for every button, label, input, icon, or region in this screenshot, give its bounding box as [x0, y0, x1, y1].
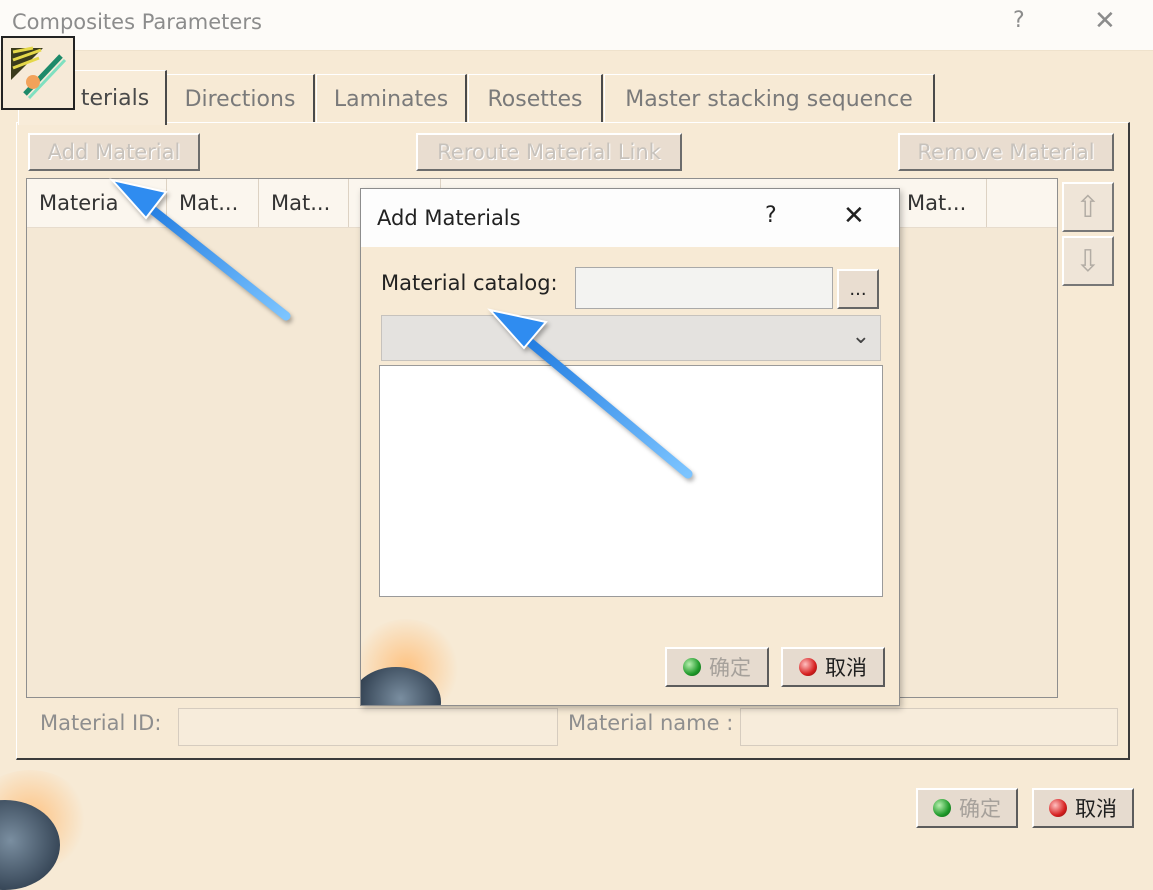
tab-master-stacking-sequence[interactable]: Master stacking sequence	[604, 74, 935, 123]
dialog-cancel-button[interactable]: 取消	[781, 647, 885, 687]
column-header[interactable]: Materia	[27, 179, 167, 227]
arrow-down-icon: ⇩	[1075, 243, 1101, 279]
move-up-button[interactable]: ⇧	[1062, 182, 1114, 232]
composites-app-icon	[1, 36, 75, 110]
chevron-down-icon: ⌄	[851, 324, 870, 349]
column-header[interactable]: Mat...	[167, 179, 259, 227]
tab-rosettes[interactable]: Rosettes	[468, 74, 603, 123]
dialog-close-icon[interactable]: ✕	[843, 201, 865, 231]
tab-label: Rosettes	[487, 86, 583, 112]
browse-catalog-button[interactable]: ...	[837, 269, 879, 309]
tab-directions[interactable]: Directions	[166, 74, 315, 123]
dialog-title: Add Materials	[377, 206, 521, 230]
dialog-help-button[interactable]: ?	[765, 203, 777, 228]
title-bar: Composites Parameters ? ✕	[0, 0, 1153, 51]
red-dot-icon	[1049, 799, 1067, 817]
arrow-up-icon: ⇧	[1075, 189, 1101, 225]
dialog-ok-button[interactable]: 确定	[665, 647, 769, 687]
add-material-button[interactable]: Add Material	[28, 133, 200, 171]
red-dot-icon	[799, 658, 817, 676]
dialog-title-bar: Add Materials ? ✕	[361, 189, 899, 247]
material-id-field[interactable]	[178, 708, 558, 746]
move-down-button[interactable]: ⇩	[1062, 236, 1114, 286]
cancel-label: 取消	[1075, 797, 1117, 821]
material-name-field[interactable]	[740, 708, 1118, 746]
remove-material-button[interactable]: Remove Material	[898, 133, 1114, 171]
green-dot-icon	[933, 799, 951, 817]
cancel-button[interactable]: 取消	[1032, 788, 1134, 828]
add-materials-dialog: Add Materials ? ✕ Material catalog: ... …	[360, 188, 900, 706]
material-name-label: Material name :	[568, 711, 734, 735]
material-id-label: Material ID:	[40, 711, 162, 735]
tab-laminates[interactable]: Laminates	[316, 74, 467, 123]
tab-label: Directions	[184, 86, 296, 112]
column-header[interactable]: Mat...	[895, 179, 987, 227]
window-title: Composites Parameters	[12, 10, 262, 34]
materials-list[interactable]	[379, 365, 883, 597]
material-family-dropdown[interactable]: ⌄	[381, 315, 881, 361]
dialog-cancel-label: 取消	[825, 656, 867, 680]
tab-label: Laminates	[333, 86, 449, 112]
reroute-material-link-button[interactable]: Reroute Material Link	[416, 133, 682, 171]
green-dot-icon	[683, 658, 701, 676]
help-button[interactable]: ?	[1013, 8, 1025, 33]
tab-label: Master stacking sequence	[625, 86, 913, 112]
column-header[interactable]: Mat...	[259, 179, 349, 227]
ok-label: 确定	[959, 797, 1001, 821]
material-catalog-label: Material catalog:	[381, 271, 558, 295]
dialog-ok-label: 确定	[709, 656, 751, 680]
material-catalog-input[interactable]	[575, 267, 833, 309]
ok-button[interactable]: 确定	[916, 788, 1018, 828]
close-icon[interactable]: ✕	[1094, 6, 1116, 36]
